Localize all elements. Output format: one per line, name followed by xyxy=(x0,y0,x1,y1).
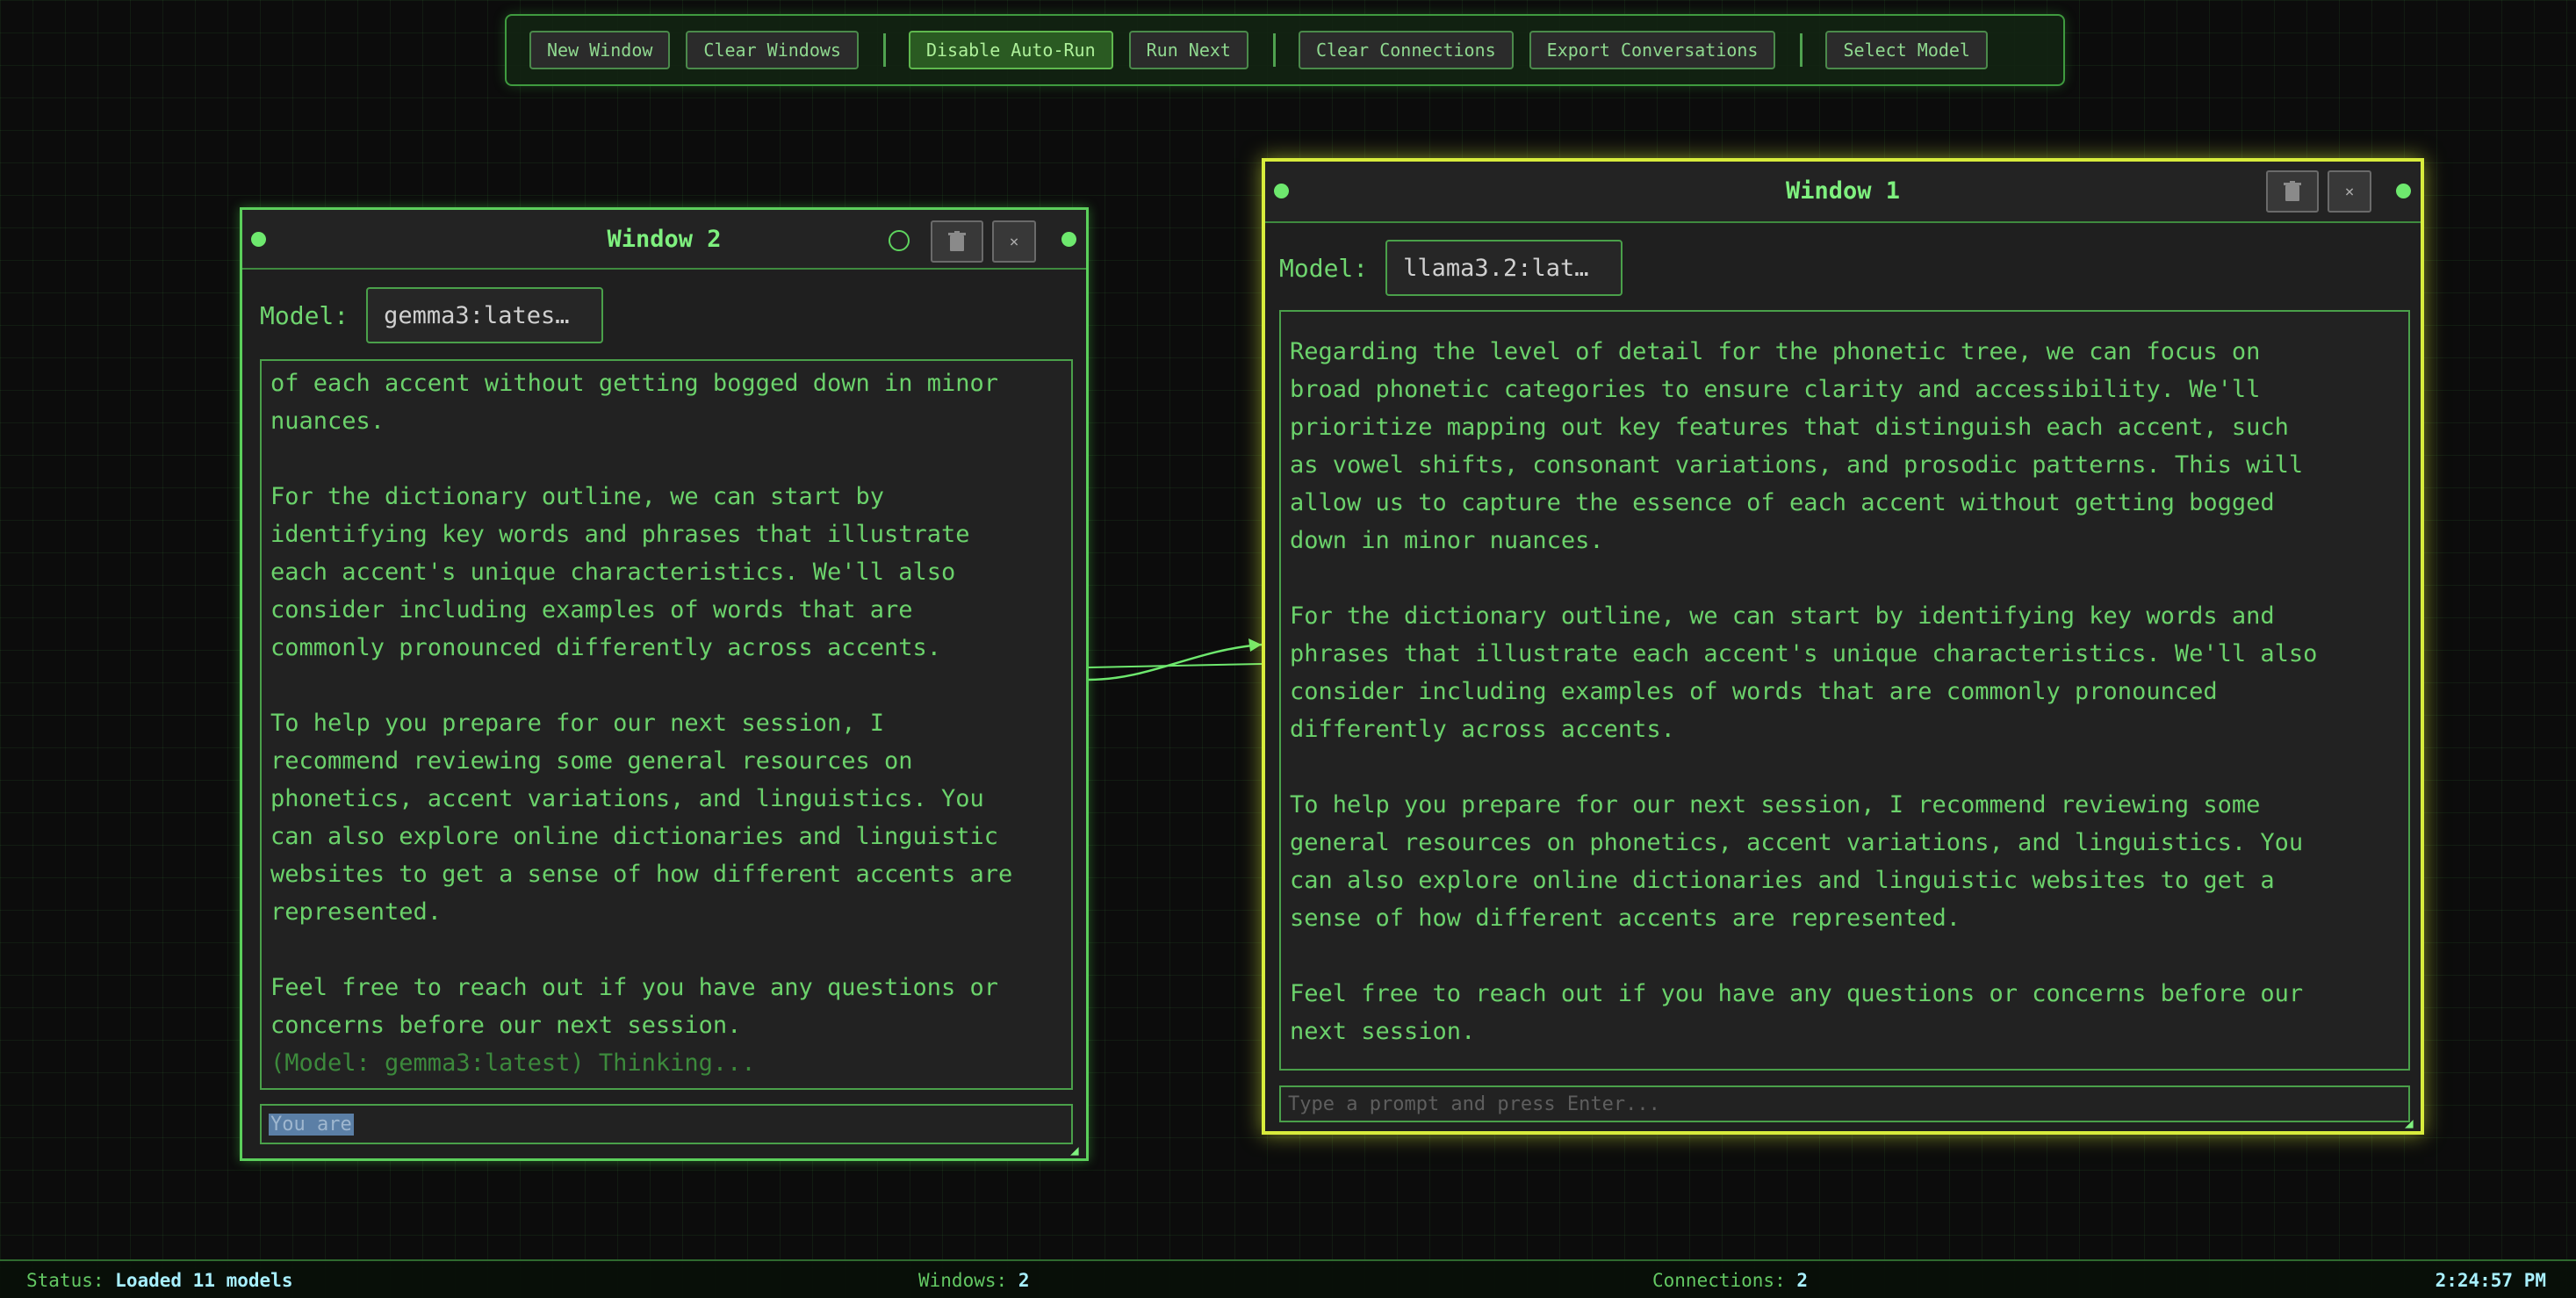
disable-auto-run-button[interactable]: Disable Auto-Run xyxy=(908,31,1113,69)
export-conversations-button[interactable]: Export Conversations xyxy=(1529,31,1776,69)
connection-curve xyxy=(1088,663,1263,668)
chat-message: Regarding the level of detail for the ph… xyxy=(1290,338,2304,554)
window-title: Window 1 xyxy=(1785,177,1901,205)
output-port-icon[interactable] xyxy=(2396,184,2411,198)
main-toolbar: New Window Clear Windows Disable Auto-Ru… xyxy=(505,14,2065,86)
chat-message: Feel free to reach out if you have any q… xyxy=(270,974,999,1039)
status-value: Loaded 11 models xyxy=(115,1270,293,1291)
chat-message: Feel free to reach out if you have any q… xyxy=(1290,980,2304,1045)
loading-spinner-icon xyxy=(889,230,910,251)
model-row: Model: gemma3:lates… xyxy=(260,287,604,343)
windows-value: 2 xyxy=(1018,1270,1030,1291)
thinking-status: (Model: gemma3:latest) Thinking... xyxy=(270,1049,756,1077)
windows-label: Windows: xyxy=(918,1270,1008,1291)
new-window-button[interactable]: New Window xyxy=(529,31,671,69)
delete-window-button[interactable] xyxy=(2266,170,2319,213)
delete-window-button[interactable] xyxy=(931,220,983,263)
connections-count: Connections: 2 xyxy=(1652,1270,1808,1291)
chat-window-1[interactable]: Window 1 × Model: llama3.2:lat… Regardin… xyxy=(1262,158,2424,1135)
resize-handle-icon[interactable]: ◢ xyxy=(1070,1143,1083,1157)
model-select[interactable]: llama3.2:lat… xyxy=(1385,240,1623,296)
connections-label: Connections: xyxy=(1652,1270,1786,1291)
trash-icon xyxy=(2284,181,2301,201)
resize-handle-icon[interactable]: ◢ xyxy=(2405,1116,2417,1130)
chat-message: For the dictionary outline, we can start… xyxy=(270,483,970,661)
trash-icon xyxy=(948,231,966,251)
toolbar-divider xyxy=(882,33,886,67)
status-bar: Status: Loaded 11 models Windows: 2 Conn… xyxy=(0,1259,2576,1298)
connection-arrow xyxy=(1248,638,1262,652)
prompt-placeholder: Type a prompt and press Enter... xyxy=(1288,1092,1660,1115)
prompt-input[interactable]: Type a prompt and press Enter... xyxy=(1279,1085,2410,1122)
chat-message: of each accent without getting bogged do… xyxy=(270,370,999,435)
close-icon: × xyxy=(1009,232,1019,251)
clear-windows-button[interactable]: Clear Windows xyxy=(686,31,859,69)
toolbar-divider xyxy=(1800,33,1803,67)
status-label: Status: xyxy=(26,1270,104,1291)
chat-history[interactable]: of each accent without getting bogged do… xyxy=(260,359,1073,1090)
status-item: Status: Loaded 11 models xyxy=(26,1270,292,1291)
model-row: Model: llama3.2:lat… xyxy=(1279,240,1623,296)
connection-curve xyxy=(1088,643,1263,681)
select-model-button[interactable]: Select Model xyxy=(1825,31,1988,69)
model-label: Model: xyxy=(260,300,349,330)
model-select[interactable]: gemma3:lates… xyxy=(366,287,604,343)
clock-value: 2:24:57 PM xyxy=(2435,1270,2546,1291)
model-label: Model: xyxy=(1279,253,1369,283)
clock: 2:24:57 PM xyxy=(2436,1270,2546,1291)
chat-message: To help you prepare for our next session… xyxy=(270,710,1013,926)
run-next-button[interactable]: Run Next xyxy=(1128,31,1248,69)
chat-history[interactable]: Regarding the level of detail for the ph… xyxy=(1279,310,2410,1071)
connections-value: 2 xyxy=(1796,1270,1809,1291)
windows-count: Windows: 2 xyxy=(918,1270,1029,1291)
close-icon: × xyxy=(2344,182,2355,201)
window-header[interactable]: Window 1 × xyxy=(1265,162,2421,223)
close-window-button[interactable]: × xyxy=(992,220,1036,263)
output-port-icon[interactable] xyxy=(1061,232,1076,247)
prompt-selected-text: You are xyxy=(269,1113,354,1136)
chat-window-2[interactable]: Window 2 × Model: gemma3:lates… of each … xyxy=(240,207,1089,1161)
toolbar-divider xyxy=(1272,33,1276,67)
chat-message: For the dictionary outline, we can start… xyxy=(1290,602,2318,743)
chat-message: To help you prepare for our next session… xyxy=(1290,791,2304,932)
prompt-input[interactable]: You are xyxy=(260,1104,1073,1144)
clear-connections-button[interactable]: Clear Connections xyxy=(1298,31,1514,69)
close-window-button[interactable]: × xyxy=(2328,170,2371,213)
window-header[interactable]: Window 2 × xyxy=(242,210,1086,270)
